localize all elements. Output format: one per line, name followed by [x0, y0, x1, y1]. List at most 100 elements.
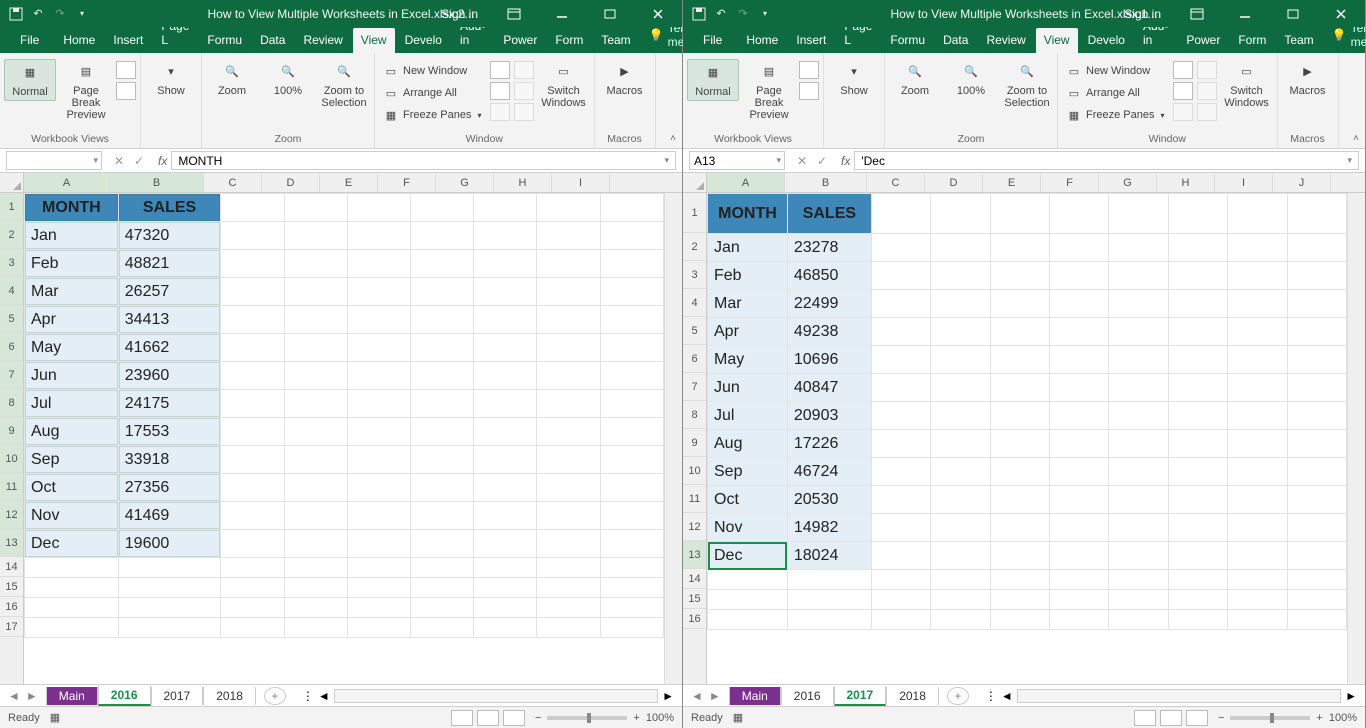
cell-G10[interactable] [1109, 458, 1168, 486]
sheet-tab-2017[interactable]: 2017 [834, 686, 887, 706]
cell-A10[interactable]: Sep [708, 458, 788, 486]
cell-B6[interactable]: 10696 [787, 346, 871, 374]
view-normal-icon[interactable] [1134, 710, 1156, 726]
cell-D1[interactable] [284, 194, 347, 222]
fx-icon[interactable]: fx [837, 149, 854, 172]
cell-G2[interactable] [474, 222, 537, 250]
cell-E15[interactable] [990, 590, 1049, 610]
row-header-12[interactable]: 12 [0, 501, 23, 529]
cell-E4[interactable] [990, 290, 1049, 318]
cell-C16[interactable] [221, 598, 284, 618]
cell-A14[interactable] [25, 558, 119, 578]
sheet-tab-2018[interactable]: 2018 [203, 687, 256, 705]
cell-A7[interactable]: Jun [708, 374, 788, 402]
sheet-nav-prev-icon[interactable]: ◄ [8, 689, 20, 703]
zoom-in-icon[interactable]: + [1316, 712, 1322, 724]
cell-F4[interactable] [410, 278, 473, 306]
cell-E13[interactable] [347, 530, 410, 558]
chevron-down-icon[interactable]: ▾ [776, 155, 781, 166]
cell-F10[interactable] [410, 446, 473, 474]
tab-home[interactable]: Home [55, 28, 103, 53]
cell-A9[interactable]: Aug [25, 418, 119, 446]
sheet-tab-2016[interactable]: 2016 [781, 687, 834, 705]
add-sheet-button[interactable]: + [264, 687, 286, 705]
cell-B4[interactable]: 22499 [787, 290, 871, 318]
cell-F6[interactable] [410, 334, 473, 362]
split-icon[interactable] [490, 61, 510, 79]
cell-D7[interactable] [284, 362, 347, 390]
redo-icon[interactable]: ↷ [52, 6, 68, 22]
cell-A7[interactable]: Jun [25, 362, 119, 390]
view-side-icon[interactable] [514, 103, 534, 121]
cell-B8[interactable]: 20903 [787, 402, 871, 430]
cell-D12[interactable] [931, 514, 990, 542]
row-header-4[interactable]: 4 [0, 277, 23, 305]
cell-A16[interactable] [25, 598, 119, 618]
horizontal-scrollbar[interactable]: ⋮◄► [294, 689, 682, 703]
cell-A10[interactable]: Sep [25, 446, 119, 474]
save-icon[interactable] [691, 6, 707, 22]
sheet-tab-main[interactable]: Main [729, 687, 781, 705]
col-header-E[interactable]: E [983, 173, 1041, 192]
cell-B16[interactable] [118, 598, 221, 618]
sign-in-link[interactable]: Sign in [431, 7, 488, 21]
cell-F14[interactable] [1050, 570, 1109, 590]
cell-B2[interactable]: 23278 [787, 234, 871, 262]
cell-F2[interactable] [1050, 234, 1109, 262]
cell-D16[interactable] [931, 610, 990, 630]
cell-G2[interactable] [1109, 234, 1168, 262]
zoom-slider[interactable] [547, 716, 627, 720]
zoom-percent[interactable]: 100% [1329, 712, 1357, 724]
cell-G16[interactable] [474, 598, 537, 618]
cell-B7[interactable]: 40847 [787, 374, 871, 402]
cell-B1[interactable]: SALES [118, 194, 221, 222]
cell-B3[interactable]: 48821 [118, 250, 221, 278]
row-header-11[interactable]: 11 [683, 485, 706, 513]
cell-E16[interactable] [990, 610, 1049, 630]
cell-G6[interactable] [1109, 346, 1168, 374]
cell-I16[interactable] [1228, 610, 1287, 630]
tab-review[interactable]: Review [295, 28, 350, 53]
cell-C2[interactable] [221, 222, 284, 250]
enter-icon[interactable]: ✓ [130, 154, 148, 168]
cell-E8[interactable] [347, 390, 410, 418]
cell-B5[interactable]: 49238 [787, 318, 871, 346]
cell-G14[interactable] [1109, 570, 1168, 590]
cancel-icon[interactable]: ✕ [110, 154, 128, 168]
cell-H16[interactable] [1168, 610, 1227, 630]
row-header-17[interactable]: 17 [0, 617, 23, 637]
cell-E7[interactable] [347, 362, 410, 390]
save-icon[interactable] [8, 6, 24, 22]
row-header-9[interactable]: 9 [0, 417, 23, 445]
cell-A3[interactable]: Feb [25, 250, 119, 278]
cell-D9[interactable] [284, 418, 347, 446]
cell-C10[interactable] [871, 458, 930, 486]
cell-C4[interactable] [871, 290, 930, 318]
normal-view-button[interactable]: ▦Normal [687, 59, 739, 101]
cell-G6[interactable] [474, 334, 537, 362]
row-header-14[interactable]: 14 [0, 557, 23, 577]
cell-G13[interactable] [1109, 542, 1168, 570]
cell-E6[interactable] [990, 346, 1049, 374]
undo-icon[interactable]: ↶ [30, 6, 46, 22]
col-header-C[interactable]: C [204, 173, 262, 192]
cell-D10[interactable] [931, 458, 990, 486]
cell-E7[interactable] [990, 374, 1049, 402]
cell-I4[interactable] [1228, 290, 1287, 318]
cell-H3[interactable] [1168, 262, 1227, 290]
view-side-icon[interactable] [1197, 103, 1217, 121]
cell-I11[interactable] [600, 474, 663, 502]
cell-E10[interactable] [347, 446, 410, 474]
row-header-11[interactable]: 11 [0, 473, 23, 501]
cell-G16[interactable] [1109, 610, 1168, 630]
sheet-tab-2017[interactable]: 2017 [151, 687, 204, 705]
cell-D15[interactable] [931, 590, 990, 610]
maximize-button[interactable] [1271, 0, 1315, 27]
cell-J9[interactable] [1287, 430, 1346, 458]
show-button[interactable]: ▾Show [145, 59, 197, 99]
cell-H1[interactable] [1168, 194, 1227, 234]
cell-B15[interactable] [787, 590, 871, 610]
zoom-button[interactable]: 🔍Zoom [206, 59, 258, 99]
cell-E12[interactable] [990, 514, 1049, 542]
cell-J5[interactable] [1287, 318, 1346, 346]
